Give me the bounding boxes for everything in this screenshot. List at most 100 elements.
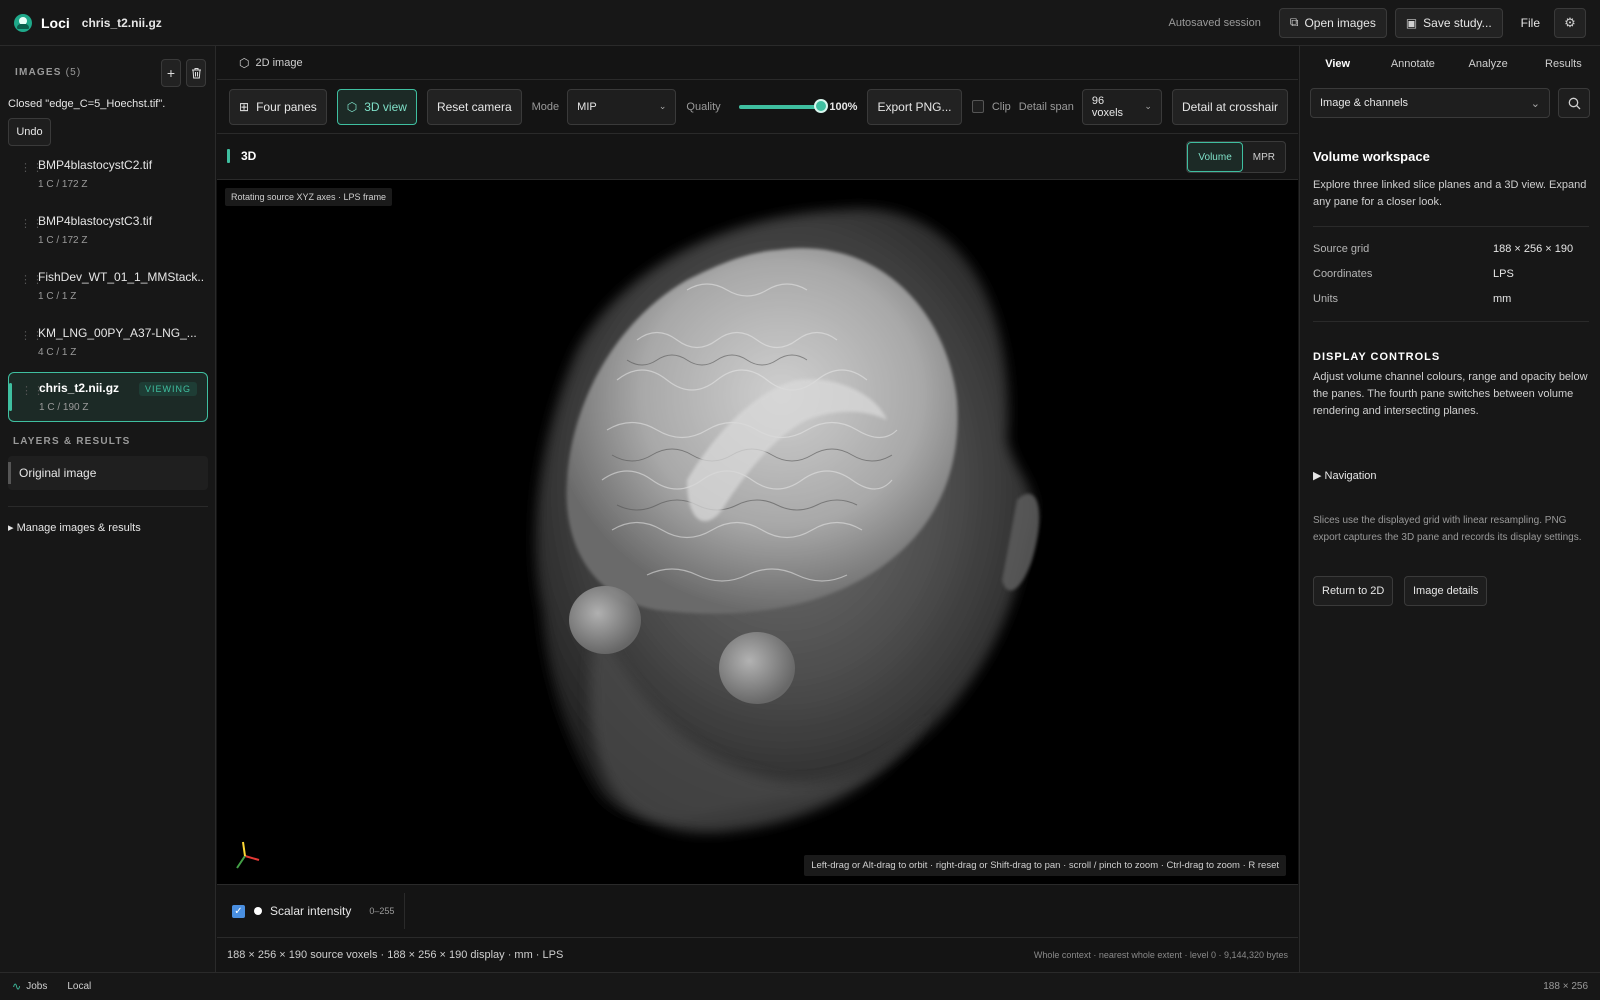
mode-select[interactable]: MIP ⌄: [567, 88, 677, 125]
images-heading-label: IMAGES: [15, 67, 62, 78]
view-toolbar: ⊞ Four panes ⬡ 3D view Reset camera Mode…: [217, 80, 1298, 134]
quality-slider[interactable]: [738, 98, 829, 113]
workspace-title: Volume workspace: [1313, 149, 1430, 164]
kv-key: Units: [1313, 293, 1339, 305]
return-to-2d-button[interactable]: Return to 2D: [1313, 576, 1394, 606]
image-list-item-active[interactable]: ⋮⋮ chris_t2.nii.gz VIEWING 1 C / 190 Z: [8, 372, 208, 422]
autosave-status: Autosaved session: [1168, 16, 1261, 29]
image-meta: 1 C / 190 Z: [39, 402, 89, 413]
manage-label: Manage images & results: [16, 522, 141, 534]
manage-images-toggle[interactable]: ▸ Manage images & results: [8, 521, 141, 534]
channel-bar: ✓ Scalar intensity 0–255: [217, 884, 1298, 938]
image-list-item[interactable]: ⋮⋮ BMP4blastocystC3.tif 1 C / 172 Z: [8, 206, 208, 256]
chevron-down-icon: ⌄: [1144, 101, 1152, 111]
image-list-item[interactable]: ⋮⋮ FishDev_WT_01_1_MMStack... 1 C / 1 Z: [8, 262, 208, 312]
grid-icon: ⊞: [239, 99, 250, 114]
layers-heading: LAYERS & RESULTS: [13, 436, 131, 447]
navigation-toggle[interactable]: ▶ Navigation: [1313, 469, 1377, 482]
image-meta: 4 C / 1 Z: [38, 347, 77, 358]
viewing-badge: VIEWING: [138, 382, 197, 396]
3d-view-label: 3D view: [364, 99, 407, 114]
open-images-button[interactable]: ⧉ Open images: [1278, 7, 1387, 38]
image-name: BMP4blastocystC3.tif: [38, 214, 153, 228]
detail-span-select[interactable]: 96 voxels ⌄: [1081, 88, 1162, 125]
undo-button[interactable]: Undo: [8, 118, 51, 146]
mode-value: MIP: [577, 100, 597, 113]
detail-at-crosshair-button[interactable]: Detail at crosshair: [1171, 88, 1288, 125]
3d-view-button[interactable]: ⬡ 3D view: [336, 88, 417, 125]
mpr-toggle[interactable]: MPR: [1243, 142, 1285, 172]
export-note: Slices use the displayed grid with linea…: [1313, 515, 1582, 543]
tab-annotate[interactable]: Annotate: [1375, 46, 1450, 82]
layer-item-original[interactable]: Original image: [8, 456, 208, 490]
channel-color-swatch[interactable]: [254, 907, 262, 915]
four-panes-button[interactable]: ⊞ Four panes: [229, 88, 327, 125]
detail-span-label: Detail span: [1018, 100, 1074, 113]
image-list-item[interactable]: ⋮⋮ BMP4blastocystC2.tif 1 C / 172 Z: [8, 150, 208, 200]
kv-key: Source grid: [1313, 243, 1370, 255]
pane-accent-bar: [227, 149, 230, 163]
display-controls-description: Adjust volume channel colours, range and…: [1313, 371, 1588, 417]
loci-logo-icon: [14, 13, 32, 32]
channel-separator: [404, 893, 406, 929]
kv-value: LPS: [1493, 268, 1514, 280]
image-name: KM_LNG_00PY_A37-LNG_...: [38, 326, 197, 340]
orientation-axes-icon: [236, 841, 260, 869]
image-details-button[interactable]: Image details: [1404, 576, 1488, 606]
inspector-search-button[interactable]: [1558, 88, 1590, 118]
channel-range: 0–255: [369, 906, 395, 916]
add-image-button[interactable]: +: [161, 59, 181, 87]
inspector-tabs: View Annotate Analyze Results: [1300, 46, 1600, 82]
center-workspace: ⬡ 2D image ⊞ Four panes ⬡ 3D view Reset …: [217, 46, 1298, 972]
tab-results[interactable]: Results: [1526, 46, 1600, 82]
open-images-label: Open images: [1304, 15, 1376, 30]
reset-camera-button[interactable]: Reset camera: [426, 88, 522, 125]
images-heading: IMAGES (5): [15, 67, 81, 78]
channel-visibility-checkbox[interactable]: ✓: [232, 904, 245, 918]
viewport-controls-hint: Left-drag or Alt-drag to orbit · right-d…: [804, 855, 1286, 876]
bottom-status-bar: ∿ Jobs Local 188 × 256: [0, 972, 1600, 1000]
pane-header: 3D Volume MPR: [217, 134, 1298, 180]
current-file-name: chris_t2.nii.gz: [81, 15, 162, 30]
four-panes-label: Four panes: [256, 99, 317, 114]
image-name: FishDev_WT_01_1_MMStack...: [38, 270, 203, 284]
voxel-status: 188 × 256 × 190 source voxels · 188 × 25…: [227, 949, 564, 961]
top-bar: Loci chris_t2.nii.gz Autosaved session ⧉…: [0, 0, 1600, 46]
jobs-button[interactable]: Jobs: [26, 981, 47, 992]
closed-image-message: Closed "edge_C=5_Hoechst.tif".: [8, 98, 166, 110]
quality-slider-thumb[interactable]: [814, 98, 829, 113]
cube-icon: ⬡: [239, 55, 250, 70]
local-status: Local: [67, 981, 92, 992]
3d-viewport[interactable]: Rotating source XYZ axes · LPS frame Lef…: [217, 180, 1298, 884]
tab-view[interactable]: View: [1300, 46, 1375, 82]
save-study-button[interactable]: ▣ Save study...: [1394, 7, 1503, 38]
divider: [1313, 321, 1589, 322]
settings-button[interactable]: ⚙: [1554, 7, 1586, 38]
pane-title: 3D: [241, 149, 257, 163]
chevron-down-icon: ⌄: [658, 101, 667, 111]
quality-value: 100%: [829, 100, 858, 113]
image-list-item[interactable]: ⋮⋮ KM_LNG_00PY_A37-LNG_... 4 C / 1 Z: [8, 318, 208, 368]
volume-rendering: [535, 208, 1040, 833]
activity-icon: ∿: [12, 981, 22, 993]
caret-right-icon: ▸: [8, 522, 17, 534]
clip-checkbox[interactable]: [971, 100, 984, 113]
chevron-down-icon: ⌄: [1530, 97, 1540, 110]
breadcrumb-2d-image[interactable]: 2D image: [255, 57, 302, 69]
delete-image-button[interactable]: [186, 59, 206, 87]
image-dimensions: 188 × 256: [1543, 981, 1588, 992]
trash-icon: [191, 68, 201, 79]
kv-key: Coordinates: [1313, 268, 1373, 280]
export-png-button[interactable]: Export PNG...: [867, 88, 962, 125]
render-mode-toggle: Volume MPR: [1186, 141, 1286, 173]
file-menu[interactable]: File: [1521, 16, 1540, 30]
tab-analyze[interactable]: Analyze: [1451, 46, 1526, 82]
inspector-section-value: Image & channels: [1320, 97, 1409, 109]
center-status-bar: 188 × 256 × 190 source voxels · 188 × 25…: [217, 938, 1298, 972]
viewport-axes-tag: Rotating source XYZ axes · LPS frame: [225, 188, 393, 206]
inspector-section-select[interactable]: Image & channels ⌄: [1310, 88, 1550, 118]
images-count: (5): [65, 67, 82, 78]
volume-toggle[interactable]: Volume: [1187, 142, 1243, 172]
context-status: Whole context · nearest whole extent · l…: [1033, 950, 1288, 960]
divider: [1313, 226, 1589, 227]
